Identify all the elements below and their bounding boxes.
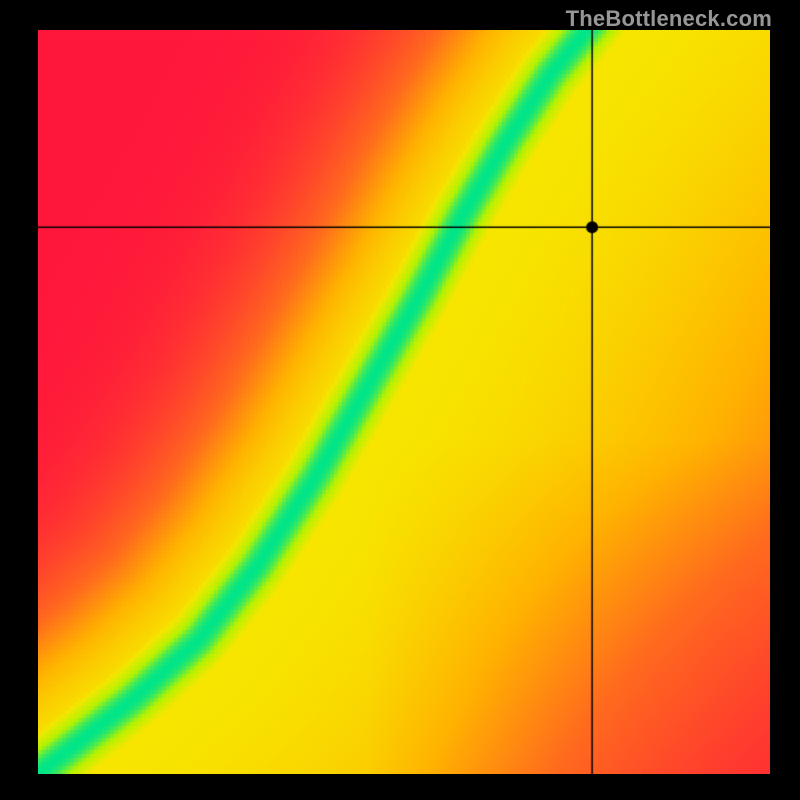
watermark-text: TheBottleneck.com (566, 6, 772, 32)
chart-container: TheBottleneck.com (0, 0, 800, 800)
heatmap-canvas (38, 30, 770, 774)
